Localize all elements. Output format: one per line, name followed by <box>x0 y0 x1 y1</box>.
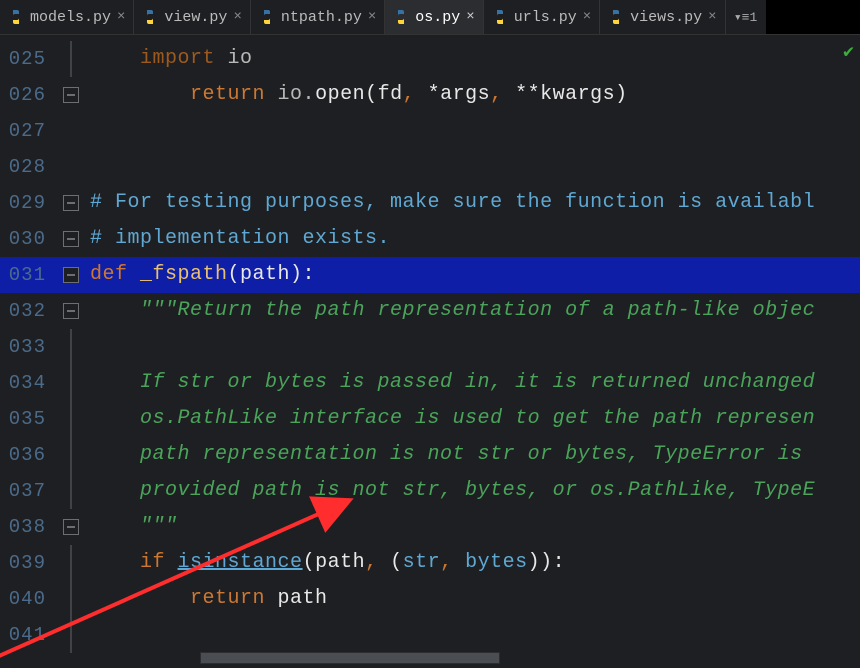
fold-handle-icon[interactable] <box>63 267 79 283</box>
python-file-icon <box>259 9 275 25</box>
line-number: 039 <box>0 545 52 581</box>
tab-views[interactable]: views.py × <box>600 0 725 34</box>
line-number: 040 <box>0 581 52 617</box>
code-line: os.PathLike interface is used to get the… <box>90 401 860 437</box>
code-line: path representation is not str or bytes,… <box>90 437 860 473</box>
tab-label: urls.py <box>514 9 577 26</box>
line-number: 025 <box>0 41 52 77</box>
overflow-icon: ▾≡1 <box>734 10 757 25</box>
fold-handle-icon[interactable] <box>63 87 79 103</box>
code-editor[interactable]: ✔ 025 026 027 028 029 030 031 032 033 03… <box>0 35 860 668</box>
line-number: 041 <box>0 617 52 653</box>
tab-label: ntpath.py <box>281 9 362 26</box>
tab-overflow-indicator[interactable]: ▾≡1 <box>726 0 766 34</box>
tab-ntpath[interactable]: ntpath.py × <box>251 0 385 34</box>
tab-label: views.py <box>630 9 702 26</box>
python-file-icon <box>608 9 624 25</box>
line-number-gutter: 025 026 027 028 029 030 031 032 033 034 … <box>0 35 52 668</box>
code-line: import io <box>90 41 860 77</box>
close-icon[interactable]: × <box>117 9 125 25</box>
tab-os[interactable]: os.py × <box>385 0 483 34</box>
fold-gutter <box>52 35 90 668</box>
fold-handle-icon[interactable] <box>63 231 79 247</box>
tab-label: view.py <box>164 9 227 26</box>
python-file-icon <box>8 9 24 25</box>
tab-models[interactable]: models.py × <box>0 0 134 34</box>
line-number: 037 <box>0 473 52 509</box>
code-line-current: def _fspath(path): <box>90 257 860 293</box>
line-number: 038 <box>0 509 52 545</box>
code-line: """Return the path representation of a p… <box>90 293 860 329</box>
line-number: 030 <box>0 221 52 257</box>
fold-handle-icon[interactable] <box>63 195 79 211</box>
code-line: return io.open(fd, *args, **kwargs) <box>90 77 860 113</box>
close-icon[interactable]: × <box>583 9 591 25</box>
code-line: # implementation exists. <box>90 221 860 257</box>
horizontal-scrollbar[interactable] <box>200 652 500 664</box>
line-number: 032 <box>0 293 52 329</box>
code-line: provided path is not str, bytes, or os.P… <box>90 473 860 509</box>
python-file-icon <box>492 9 508 25</box>
line-number: 033 <box>0 329 52 365</box>
line-number: 034 <box>0 365 52 401</box>
line-number: 031 <box>0 257 52 293</box>
code-line: # For testing purposes, make sure the fu… <box>90 185 860 221</box>
code-line: If str or bytes is passed in, it is retu… <box>90 365 860 401</box>
fold-handle-icon[interactable] <box>63 519 79 535</box>
close-icon[interactable]: × <box>466 9 474 25</box>
close-icon[interactable]: × <box>708 9 716 25</box>
code-line: return path <box>90 581 860 617</box>
tab-label: os.py <box>415 9 460 26</box>
code-line <box>90 149 860 185</box>
line-number: 035 <box>0 401 52 437</box>
code-line: if isinstance(path, (str, bytes)): <box>90 545 860 581</box>
line-number: 036 <box>0 437 52 473</box>
close-icon[interactable]: × <box>368 9 376 25</box>
code-line: """ <box>90 509 860 545</box>
line-number: 026 <box>0 77 52 113</box>
code-line <box>90 329 860 365</box>
python-file-icon <box>142 9 158 25</box>
tab-view[interactable]: view.py × <box>134 0 250 34</box>
line-number: 029 <box>0 185 52 221</box>
close-icon[interactable]: × <box>233 9 241 25</box>
line-number: 027 <box>0 113 52 149</box>
python-file-icon <box>393 9 409 25</box>
code-line <box>90 113 860 149</box>
line-number: 028 <box>0 149 52 185</box>
tab-label: models.py <box>30 9 111 26</box>
code-line <box>90 617 860 653</box>
code-area[interactable]: import io return io.open(fd, *args, **kw… <box>90 35 860 668</box>
tab-urls[interactable]: urls.py × <box>484 0 600 34</box>
fold-handle-icon[interactable] <box>63 303 79 319</box>
tab-bar: models.py × view.py × ntpath.py × os.py … <box>0 0 860 35</box>
